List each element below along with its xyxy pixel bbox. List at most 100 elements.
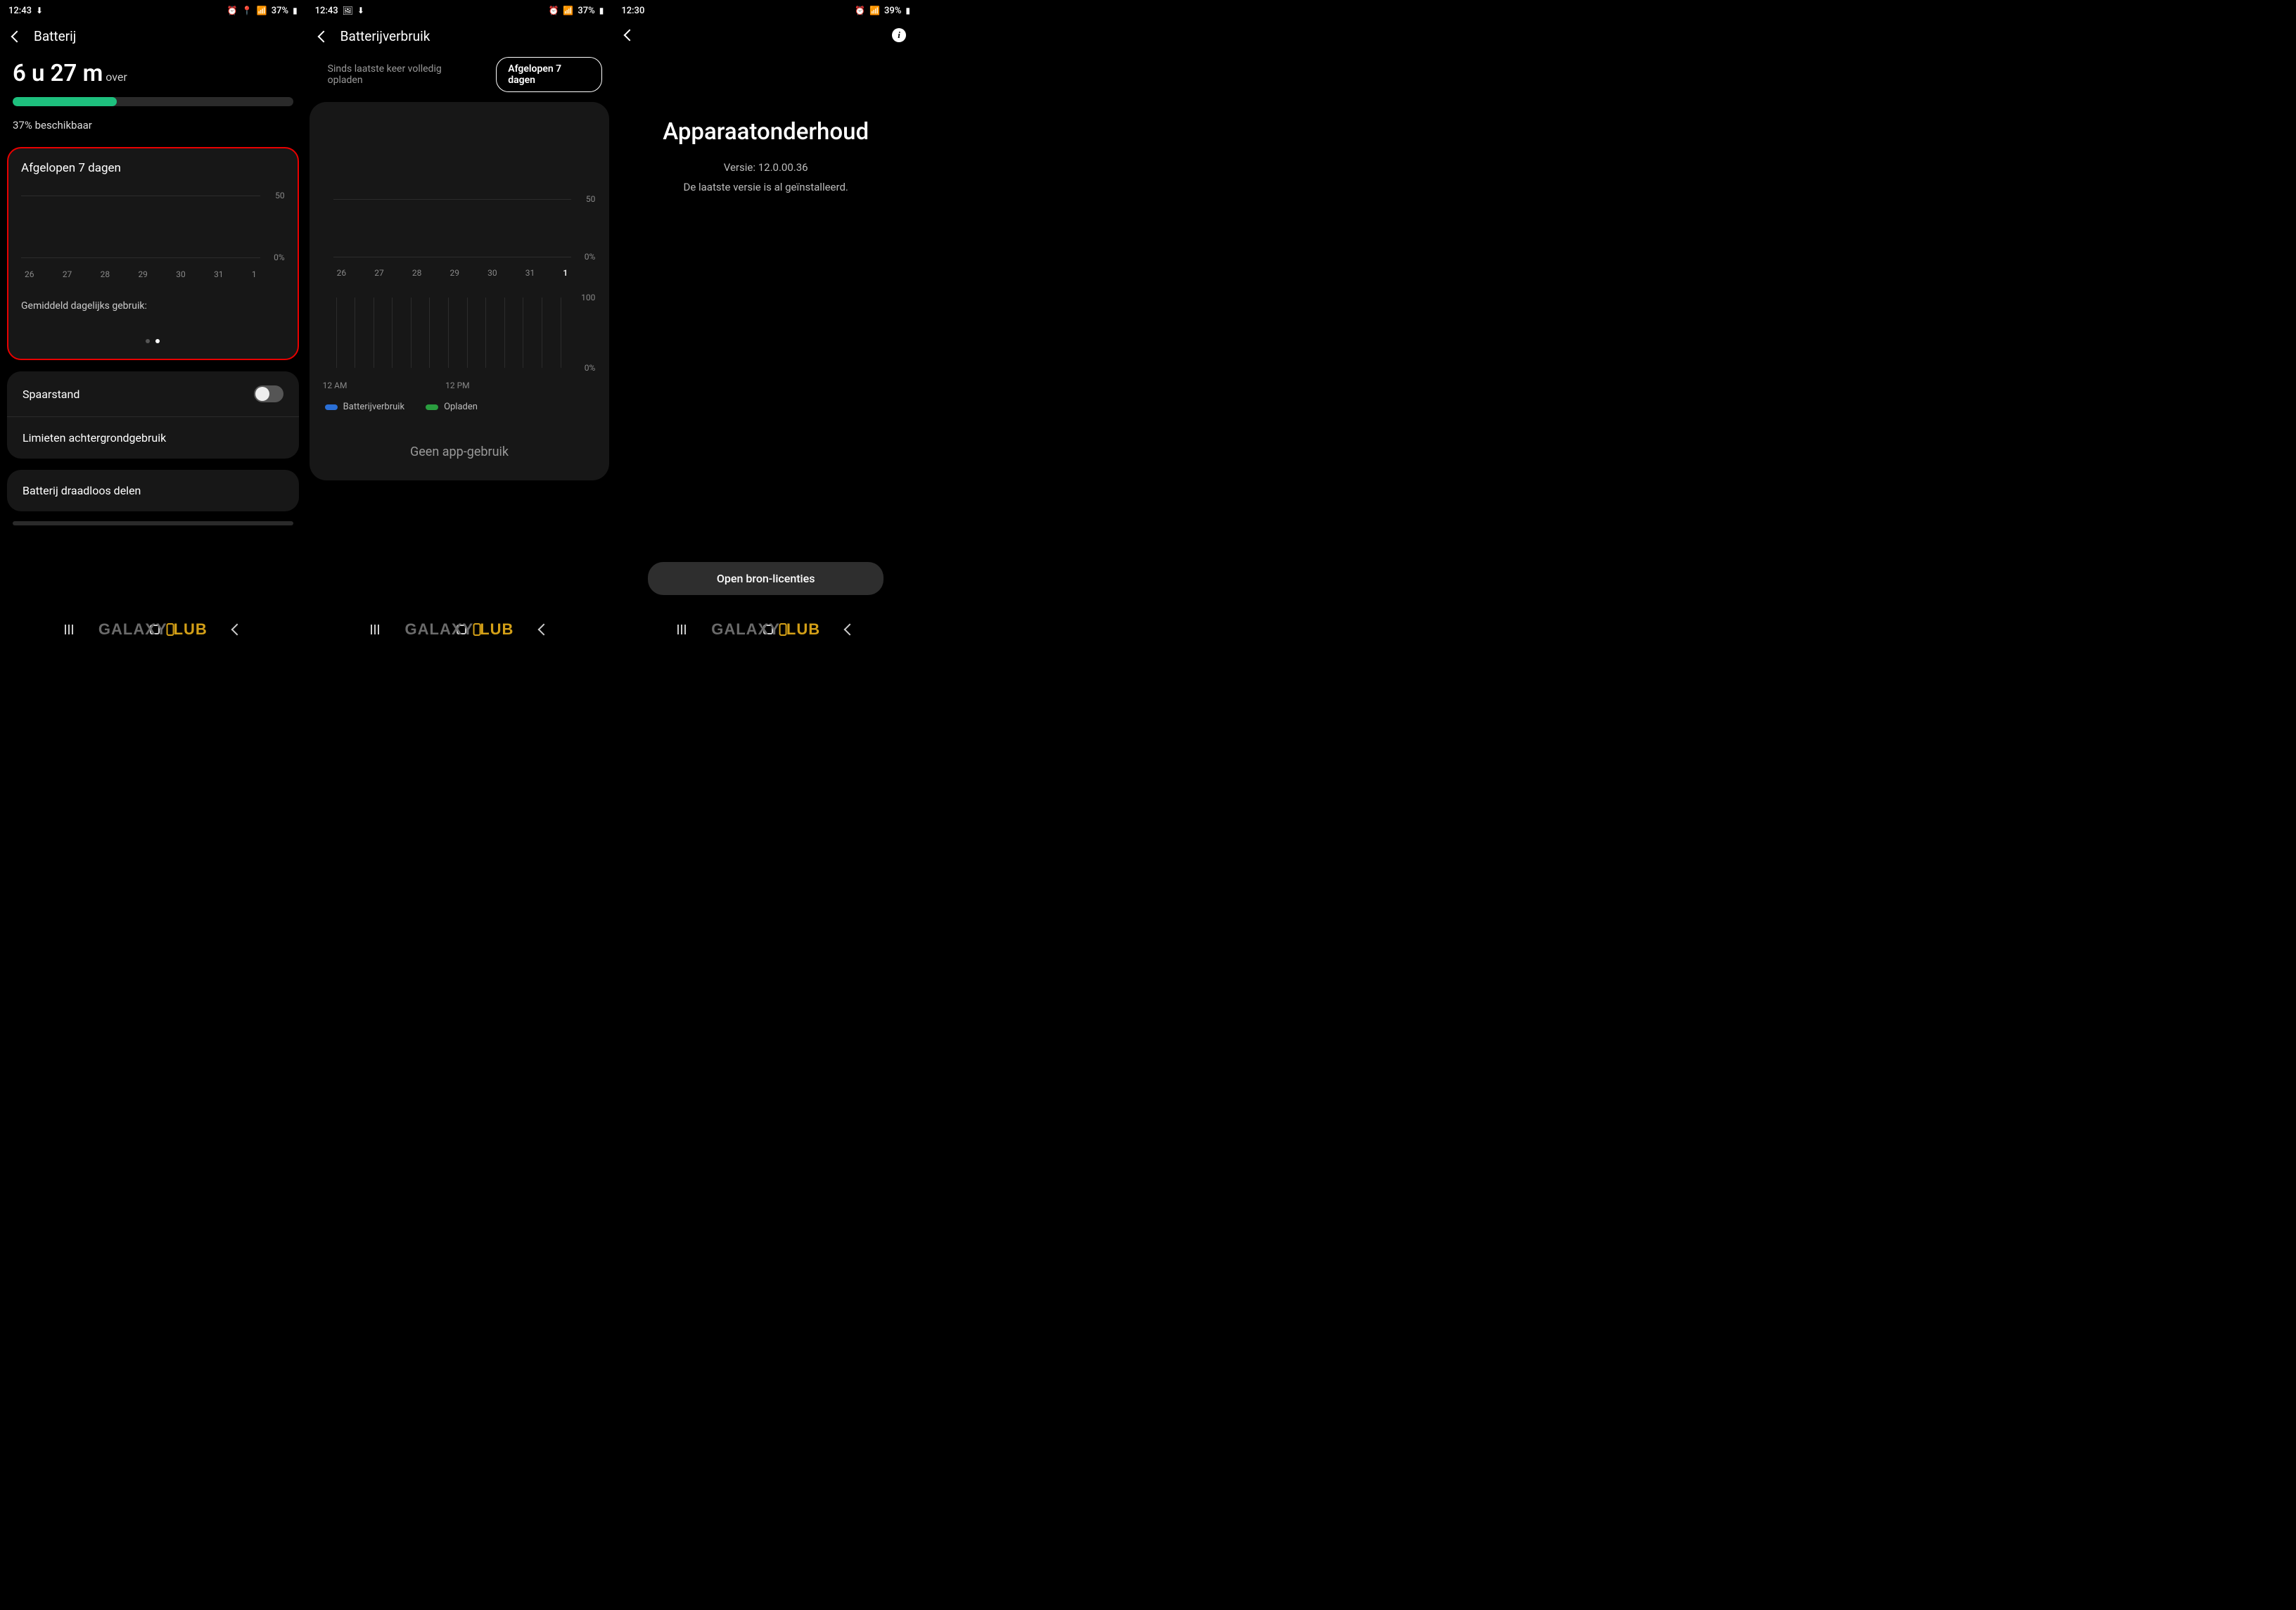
time-axis: 12 AM 12 PM: [319, 381, 600, 390]
status-time: 12:43: [8, 6, 32, 16]
chart-xtick: 27: [63, 269, 72, 279]
page-dot[interactable]: [146, 339, 150, 343]
page-dot[interactable]: [155, 339, 160, 343]
nav-recent-icon[interactable]: [65, 625, 77, 634]
chart-xaxis: 26 27 28 29 30 31 1: [319, 268, 600, 278]
usage-chart-card: 50 0% 26 27 28 29 30 31 1 100 0% 12 AM 12 PM B…: [310, 102, 610, 480]
alarm-icon: ⏰: [548, 6, 559, 15]
chart-xtick[interactable]: 26: [337, 268, 347, 278]
nav-back-icon[interactable]: [537, 624, 549, 636]
tab-last-7-days[interactable]: Afgelopen 7 dagen: [496, 57, 602, 92]
battery-progress-fill: [13, 97, 117, 106]
usage-7day-card[interactable]: Afgelopen 7 dagen 50 0% 2627282930311 Ge…: [7, 147, 299, 360]
statusbar: 12:43 🖼 ⬇ ⏰ 📶 37% ▮: [307, 0, 613, 21]
no-app-usage: Geen app-gebruik: [319, 425, 600, 468]
chart-xtick: 26: [25, 269, 34, 279]
wifi-icon: 📶: [563, 6, 573, 15]
chart-xaxis: 2627282930311: [21, 269, 285, 279]
status-battery: 37%: [272, 6, 288, 16]
chart-ytick: 0%: [274, 253, 285, 262]
range-tabs: Sinds laatste keer volledig opladen Afge…: [307, 57, 613, 102]
status-battery: 39%: [884, 6, 901, 16]
daily-chart[interactable]: 50 0%: [319, 122, 600, 262]
navbar: [0, 615, 306, 644]
open-source-licenses-button[interactable]: Open bron-licenties: [648, 562, 884, 595]
power-saving-row[interactable]: Spaarstand: [7, 371, 299, 416]
screen-battery-usage: 12:43 🖼 ⬇ ⏰ 📶 37% ▮ Batterijverbruik Sin…: [307, 0, 613, 644]
screen-device-care-about: 12:30 ⏰ 📶 39% ▮ i Apparaatonderhoud Vers…: [613, 0, 919, 644]
statusbar: 12:43 ⬇ ⏰ 📍 📶 37% ▮: [0, 0, 306, 21]
back-icon[interactable]: [11, 30, 23, 42]
time-label: 12 AM: [323, 381, 347, 390]
chart-xtick[interactable]: 28: [412, 268, 422, 278]
status-time: 12:30: [621, 6, 644, 16]
chart-ytick: 0%: [585, 252, 596, 262]
page-title: Batterij: [34, 28, 76, 44]
screen-battery: 12:43 ⬇ ⏰ 📍 📶 37% ▮ Batterij 6 u 27 m ov…: [0, 0, 307, 644]
nav-home-icon[interactable]: [150, 625, 160, 634]
bg-limits-row[interactable]: Limieten achtergrondgebruik: [7, 416, 299, 459]
legend-usage: Batterijverbruik: [325, 402, 404, 412]
legend-charge: Opladen: [426, 402, 478, 412]
back-icon[interactable]: [624, 30, 636, 41]
nav-home-icon[interactable]: [763, 625, 773, 634]
wifi-icon: 📶: [869, 6, 880, 15]
legend: Batterijverbruik Opladen: [319, 397, 600, 425]
chart-ytick: 50: [275, 191, 285, 200]
back-icon[interactable]: [317, 30, 329, 42]
navbar: [613, 615, 919, 644]
about-title: Apparaatonderhoud: [627, 118, 905, 146]
wifi-icon: 📶: [257, 6, 267, 15]
chart-xtick[interactable]: 27: [374, 268, 384, 278]
image-icon: 🖼: [343, 6, 353, 15]
chart-xtick: 28: [101, 269, 110, 279]
bg-limits-label: Limieten achtergrondgebruik: [23, 431, 166, 445]
nav-home-icon[interactable]: [457, 625, 466, 634]
tab-since-charge[interactable]: Sinds laatste keer volledig opladen: [317, 58, 490, 91]
chart-ytick: 100: [581, 293, 595, 302]
info-icon[interactable]: i: [892, 28, 906, 42]
chart-ytick: 0%: [585, 363, 596, 373]
time-remaining-value: 6 u 27 m: [13, 60, 103, 87]
chart-xtick: 29: [138, 269, 148, 279]
status-battery: 37%: [578, 6, 594, 16]
nav-recent-icon[interactable]: [371, 625, 383, 634]
hourly-chart[interactable]: 100 0%: [319, 290, 600, 375]
battery-percent-label: 37% beschikbaar: [13, 119, 293, 132]
nav-back-icon[interactable]: [231, 624, 243, 636]
chart-xtick: 31: [214, 269, 224, 279]
about-message: De laatste versie is al geïnstalleerd.: [627, 181, 905, 193]
navbar: [307, 615, 613, 644]
nav-back-icon[interactable]: [844, 624, 856, 636]
wireless-share-label: Batterij draadloos delen: [23, 484, 141, 497]
power-saving-toggle[interactable]: [254, 385, 283, 402]
about-block: Apparaatonderhoud Versie: 12.0.00.36 De …: [613, 118, 919, 193]
battery-icon: ▮: [293, 6, 298, 15]
location-icon: 📍: [242, 6, 253, 15]
chart-xtick[interactable]: 29: [450, 268, 460, 278]
alarm-icon: ⏰: [855, 6, 865, 15]
nav-recent-icon[interactable]: [677, 625, 690, 634]
statusbar: 12:30 ⏰ 📶 39% ▮: [613, 0, 919, 21]
usage-7day-title: Afgelopen 7 dagen: [21, 161, 285, 175]
header: Batterij: [0, 21, 306, 57]
about-version: Versie: 12.0.00.36: [627, 161, 905, 174]
usage-7day-chart: 50 0%: [21, 188, 285, 265]
settings-card-1: Spaarstand Limieten achtergrondgebruik: [7, 371, 299, 459]
wireless-share-row[interactable]: Batterij draadloos delen: [7, 470, 299, 511]
battery-progress: [13, 97, 293, 106]
header: i: [613, 21, 919, 55]
alarm-icon: ⏰: [227, 6, 238, 15]
dropbox-icon: ⬇: [357, 6, 364, 15]
partial-card: [13, 521, 293, 525]
settings-card-2: Batterij draadloos delen: [7, 470, 299, 511]
header: Batterijverbruik: [307, 21, 613, 57]
chart-xtick: 30: [176, 269, 186, 279]
chart-xtick[interactable]: 31: [525, 268, 535, 278]
time-remaining-suffix: over: [106, 70, 127, 84]
chart-xtick[interactable]: 30: [487, 268, 497, 278]
chart-xtick[interactable]: 1: [563, 268, 568, 278]
page-dots: [21, 333, 285, 346]
dropbox-icon: ⬇: [36, 6, 43, 15]
battery-icon: ▮: [905, 6, 910, 15]
